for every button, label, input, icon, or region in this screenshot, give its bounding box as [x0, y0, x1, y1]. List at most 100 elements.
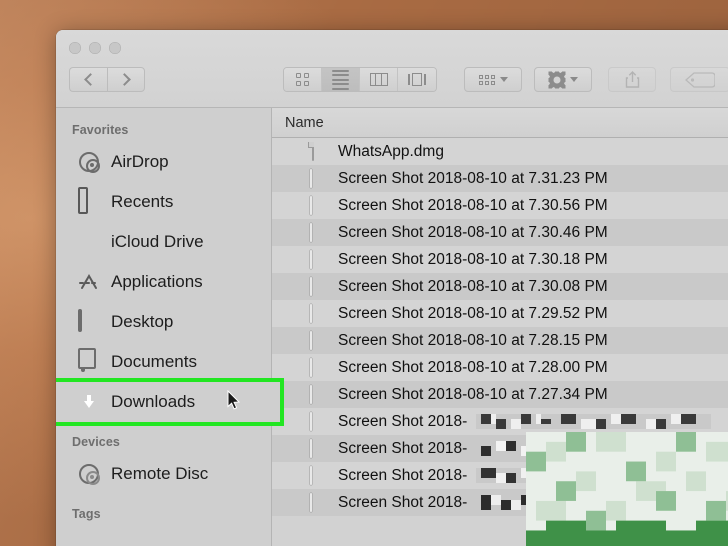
window-toolbar	[56, 30, 728, 108]
dmg-icon	[310, 142, 329, 161]
file-rows: WhatsApp.dmg Screen Shot 2018-08-10 at 7…	[272, 138, 728, 546]
tags-button[interactable]	[670, 67, 728, 92]
sidebar-item-label: Downloads	[111, 392, 196, 411]
file-name: Screen Shot 2018-08-10 at 7.28.00 PM	[338, 358, 608, 376]
screenshot-thumbnail-icon	[310, 250, 329, 269]
sidebar-header-tags: Tags	[72, 507, 101, 521]
navigation-buttons	[69, 67, 145, 92]
screenshot-thumbnail-icon	[310, 466, 329, 485]
column-header-name[interactable]: Name	[272, 108, 728, 138]
file-name: Screen Shot 2018-08-10 at 7.31.23 PM	[338, 169, 608, 187]
sidebar-item-label: AirDrop	[111, 152, 169, 171]
table-row[interactable]: Screen Shot 2018-08-10 at 7.28.00 PM	[272, 354, 728, 381]
arrange-button[interactable]	[464, 67, 522, 92]
chevron-down-icon	[499, 77, 508, 82]
sidebar-item-airdrop[interactable]: AirDrop	[56, 142, 271, 182]
forward-button[interactable]	[107, 67, 145, 92]
redaction-overlay	[476, 495, 712, 510]
file-name: Screen Shot 2018-	[338, 466, 468, 484]
screenshot-thumbnail-icon	[310, 304, 329, 323]
file-name: Screen Shot 2018-08-10 at 7.30.18 PM	[338, 250, 608, 268]
action-button[interactable]	[534, 67, 592, 92]
table-row[interactable]: Screen Shot 2018-08-10 at 7.30.08 PM	[272, 273, 728, 300]
file-name: Screen Shot 2018-	[338, 493, 468, 511]
file-name: Screen Shot 2018-08-10 at 7.29.52 PM	[338, 304, 608, 322]
sidebar-item-documents[interactable]: Documents	[56, 342, 271, 382]
screenshot-thumbnail-icon	[310, 196, 329, 215]
screenshot-thumbnail-icon	[310, 439, 329, 458]
sidebar-item-icloud-drive[interactable]: iCloud Drive	[56, 222, 271, 262]
maximize-button[interactable]	[109, 42, 121, 54]
sidebar-item-desktop[interactable]: Desktop	[56, 302, 271, 342]
screenshot-thumbnail-icon	[310, 169, 329, 188]
file-name: Screen Shot 2018-08-10 at 7.27.34 PM	[338, 385, 608, 403]
columns-icon	[369, 73, 388, 86]
screenshot-thumbnail-icon	[310, 277, 329, 296]
arrange-icon	[478, 74, 495, 85]
window-body: Favorites AirDrop Recents iCloud Drive A…	[56, 108, 728, 546]
tag-icon	[685, 71, 715, 88]
gear-icon	[548, 71, 565, 88]
sidebar-item-remote-disc[interactable]: Remote Disc	[56, 454, 271, 494]
icon-view-button[interactable]	[284, 68, 322, 91]
desktop-icon	[78, 309, 100, 333]
sidebar-item-recents[interactable]: Recents	[56, 182, 271, 222]
view-mode-buttons	[283, 67, 437, 92]
screenshot-thumbnail-icon	[310, 412, 329, 431]
chevron-left-icon	[83, 73, 97, 86]
finder-window: Favorites AirDrop Recents iCloud Drive A…	[56, 30, 728, 546]
file-name: Screen Shot 2018-08-10 at 7.30.56 PM	[338, 196, 608, 214]
sidebar-item-label: Recents	[111, 192, 174, 211]
sidebar: Favorites AirDrop Recents iCloud Drive A…	[56, 108, 284, 546]
share-button[interactable]	[608, 67, 656, 92]
screenshot-thumbnail-icon	[310, 493, 329, 512]
table-row[interactable]: Screen Shot 2018-	[272, 462, 728, 489]
documents-icon	[78, 349, 100, 373]
table-row[interactable]: Screen Shot 2018-	[272, 489, 728, 516]
file-name: Screen Shot 2018-	[338, 412, 468, 430]
grid-icon	[296, 73, 309, 86]
table-row[interactable]: Screen Shot 2018-08-10 at 7.30.46 PM	[272, 219, 728, 246]
sidebar-item-label: iCloud Drive	[111, 232, 204, 251]
gallery-icon	[407, 73, 427, 87]
column-view-button[interactable]	[360, 68, 398, 91]
sidebar-item-applications[interactable]: Applications	[56, 262, 271, 302]
redaction-overlay	[476, 468, 712, 483]
close-button[interactable]	[69, 42, 81, 54]
redaction-overlay	[476, 414, 712, 429]
icloud-icon	[78, 231, 100, 253]
recents-icon	[78, 187, 100, 214]
sidebar-item-label: Applications	[111, 272, 203, 291]
table-row[interactable]: Screen Shot 2018-08-10 at 7.30.56 PM	[272, 192, 728, 219]
applications-icon	[78, 271, 100, 293]
gallery-view-button[interactable]	[398, 68, 436, 91]
list-icon	[332, 69, 349, 90]
screenshot-thumbnail-icon	[310, 385, 329, 404]
sidebar-header-devices: Devices	[72, 435, 120, 449]
file-name: WhatsApp.dmg	[338, 142, 444, 160]
sidebar-item-downloads[interactable]: Downloads	[56, 378, 284, 426]
file-name: Screen Shot 2018-	[338, 439, 468, 457]
table-row[interactable]: Screen Shot 2018-	[272, 435, 728, 462]
mouse-pointer-icon	[227, 390, 241, 410]
list-view-button[interactable]	[322, 68, 360, 91]
screenshot-thumbnail-icon	[310, 331, 329, 350]
file-name: Screen Shot 2018-08-10 at 7.28.15 PM	[338, 331, 608, 349]
downloads-icon	[78, 391, 100, 413]
disc-icon	[78, 463, 100, 485]
share-icon	[625, 71, 639, 88]
chevron-right-icon	[118, 73, 131, 86]
table-row[interactable]: Screen Shot 2018-	[272, 408, 728, 435]
table-row[interactable]: Screen Shot 2018-08-10 at 7.29.52 PM	[272, 300, 728, 327]
table-row[interactable]: Screen Shot 2018-08-10 at 7.27.34 PM	[272, 381, 728, 408]
airdrop-icon	[78, 151, 100, 173]
file-name: Screen Shot 2018-08-10 at 7.30.08 PM	[338, 277, 608, 295]
back-button[interactable]	[69, 67, 107, 92]
minimize-button[interactable]	[89, 42, 101, 54]
file-name: Screen Shot 2018-08-10 at 7.30.46 PM	[338, 223, 608, 241]
sidebar-header-favorites: Favorites	[72, 123, 129, 137]
table-row[interactable]: Screen Shot 2018-08-10 at 7.31.23 PM	[272, 165, 728, 192]
table-row[interactable]: WhatsApp.dmg	[272, 138, 728, 165]
table-row[interactable]: Screen Shot 2018-08-10 at 7.28.15 PM	[272, 327, 728, 354]
table-row[interactable]: Screen Shot 2018-08-10 at 7.30.18 PM	[272, 246, 728, 273]
